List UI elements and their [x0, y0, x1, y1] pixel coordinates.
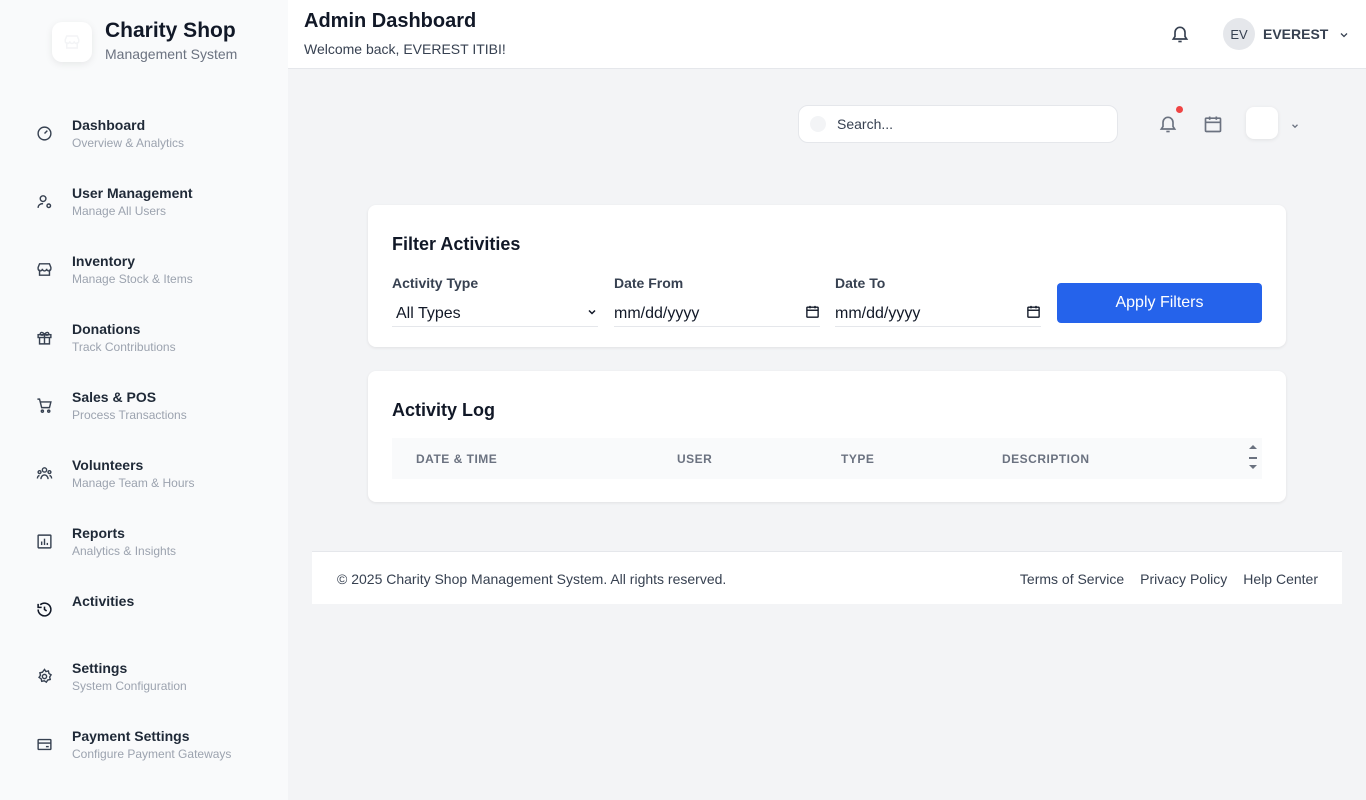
card-icon: [35, 735, 53, 753]
search-box: [798, 105, 1118, 143]
search-icon: [810, 116, 826, 132]
gear-icon: [35, 667, 53, 685]
welcome-message: Welcome back, EVEREST ITIBI!: [304, 41, 506, 57]
terms-link[interactable]: Terms of Service: [1020, 571, 1124, 587]
filter-card: Filter Activities Activity Type All Type…: [368, 205, 1286, 347]
brand-title: Charity Shop: [105, 19, 236, 42]
sidebar-item-sub: Overview & Analytics: [72, 136, 185, 150]
calendar-icon[interactable]: [805, 304, 820, 324]
sidebar-item-sub: Manage Team & Hours: [72, 476, 195, 490]
activity-type-field: Activity Type All Types: [392, 275, 598, 327]
sidebar-item-label: Volunteers: [72, 457, 144, 473]
sidebar-item-sales-pos[interactable]: Sales & POS Process Transactions: [0, 380, 288, 438]
date-to-field: Date To mm/dd/yyyy: [835, 275, 1041, 327]
sidebar-item-dashboard[interactable]: Dashboard Overview & Analytics: [0, 108, 288, 166]
date-from-value: mm/dd/yyyy: [614, 304, 700, 322]
profile-button[interactable]: [1246, 107, 1278, 139]
user-cog-icon: [35, 192, 53, 210]
gauge-icon: [35, 124, 53, 142]
sidebar-item-payment-settings[interactable]: Payment Settings Configure Payment Gatew…: [0, 719, 288, 777]
bell-icon[interactable]: [1170, 23, 1190, 45]
column-header-type[interactable]: TYPE: [841, 452, 874, 466]
user-menu[interactable]: EV EVEREST: [1223, 18, 1350, 50]
sidebar-item-sub: Analytics & Insights: [72, 544, 177, 558]
sidebar-item-label: Inventory: [72, 253, 136, 269]
sidebar-item-label: Dashboard: [72, 117, 146, 133]
column-header-user[interactable]: USER: [677, 452, 712, 466]
date-from-label: Date From: [614, 275, 684, 291]
copyright-text: © 2025 Charity Shop Management System. A…: [337, 571, 727, 587]
filter-title: Filter Activities: [392, 234, 521, 254]
sidebar-item-donations[interactable]: Donations Track Contributions: [0, 312, 288, 370]
sidebar: Charity Shop Management System Dashboard…: [0, 0, 288, 800]
column-header-date-time[interactable]: DATE & TIME: [416, 452, 497, 466]
user-name: EVEREST: [1263, 26, 1329, 42]
sidebar-item-volunteers[interactable]: Volunteers Manage Team & Hours: [0, 448, 288, 506]
calendar-icon[interactable]: [1026, 304, 1041, 324]
sidebar-item-sub: System Activities: [72, 612, 163, 626]
history-icon: [35, 600, 53, 618]
sidebar-item-sub: Process Transactions: [72, 408, 187, 422]
chart-icon: [35, 532, 53, 550]
sidebar-item-sub: Track Contributions: [72, 340, 176, 354]
chevron-down-icon: [586, 305, 598, 323]
sidebar-item-label: Settings: [72, 660, 128, 676]
notification-dot: [1176, 106, 1183, 113]
privacy-link[interactable]: Privacy Policy: [1140, 571, 1227, 587]
sidebar-item-activities[interactable]: Activities System Activities: [0, 584, 288, 642]
chevron-down-icon: [1338, 28, 1350, 40]
date-from-input[interactable]: mm/dd/yyyy: [614, 301, 820, 327]
footer-links: Terms of Service Privacy Policy Help Cen…: [1004, 571, 1318, 587]
date-from-field: Date From mm/dd/yyyy: [614, 275, 820, 327]
top-header: Admin Dashboard Welcome back, EVEREST IT…: [288, 0, 1366, 69]
activity-type-value: All Types: [396, 304, 461, 322]
search-input[interactable]: [837, 106, 1107, 142]
date-to-label: Date To: [835, 275, 886, 291]
sidebar-item-reports[interactable]: Reports Analytics & Insights: [0, 516, 288, 574]
activity-type-select[interactable]: All Types: [392, 301, 598, 327]
store-icon: [52, 22, 92, 62]
store-icon: [35, 260, 53, 278]
column-header-description[interactable]: DESCRIPTION: [1002, 452, 1090, 466]
date-to-value: mm/dd/yyyy: [835, 304, 921, 322]
bell-icon[interactable]: [1158, 113, 1178, 135]
sidebar-item-label: Activities: [72, 593, 135, 609]
sidebar-item-label: Reports: [72, 525, 125, 541]
calendar-icon[interactable]: [1203, 114, 1223, 134]
page-title: Admin Dashboard: [304, 10, 477, 32]
table-header: DATE & TIME USER TYPE DESCRIPTION: [392, 438, 1262, 479]
activity-type-label: Activity Type: [392, 275, 479, 291]
sidebar-item-sub: Manage All Users: [72, 204, 167, 218]
cart-icon: [35, 396, 53, 414]
sidebar-item-sub: Configure Payment Gateways: [72, 747, 232, 761]
sidebar-item-sub: Manage Stock & Items: [72, 272, 193, 286]
help-center-link[interactable]: Help Center: [1243, 571, 1318, 587]
users-icon: [35, 464, 53, 482]
gift-icon: [35, 328, 53, 346]
sidebar-item-label: Payment Settings: [72, 728, 190, 744]
date-to-input[interactable]: mm/dd/yyyy: [835, 301, 1041, 327]
sidebar-item-label: User Management: [72, 185, 193, 201]
sidebar-item-label: Sales & POS: [72, 389, 157, 405]
footer: © 2025 Charity Shop Management System. A…: [312, 551, 1342, 604]
sidebar-item-settings[interactable]: Settings System Configuration: [0, 651, 288, 709]
sidebar-item-inventory[interactable]: Inventory Manage Stock & Items: [0, 244, 288, 302]
sidebar-item-user-management[interactable]: User Management Manage All Users: [0, 176, 288, 234]
brand-subtitle: Management System: [105, 46, 238, 62]
sidebar-item-label: Donations: [72, 321, 141, 337]
activity-log-card: Activity Log DATE & TIME USER TYPE DESCR…: [368, 371, 1286, 502]
activity-log-title: Activity Log: [392, 400, 496, 420]
sidebar-item-sub: System Configuration: [72, 679, 187, 693]
brand: Charity Shop Management System: [52, 18, 237, 64]
scroll-arrows-icon[interactable]: [1247, 444, 1259, 474]
apply-filters-button[interactable]: Apply Filters: [1057, 283, 1262, 323]
chevron-down-icon[interactable]: [1290, 118, 1300, 129]
avatar: EV: [1223, 18, 1255, 50]
